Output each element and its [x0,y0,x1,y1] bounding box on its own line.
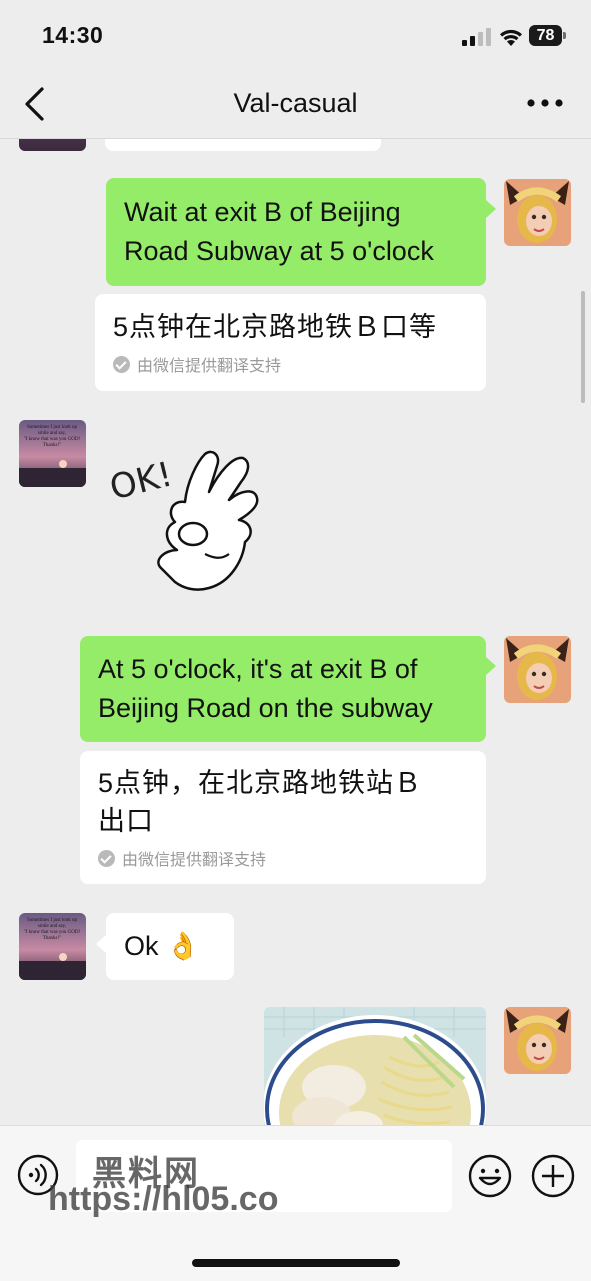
contact-avatar[interactable]: Sometimes I just look up smile and say, … [19,913,86,980]
svg-text:Thanks!": Thanks!" [43,443,61,448]
watermark-url: https://hl05.co [48,1180,279,1218]
translation-text: 出口 [98,806,154,836]
ok-hand-emoji: 👌 [166,931,200,961]
cartoon-girl-avatar-icon [504,636,571,703]
contact-avatar[interactable]: Sometimes I just look up smile and say, … [19,420,86,487]
check-icon [98,849,115,867]
svg-text:"I know that was you GOD!: "I know that was you GOD! [24,437,81,442]
bubble-tail [486,200,496,218]
emoji-icon[interactable] [468,1154,512,1198]
translation-note-text: 由微信提供翻译支持 [122,852,267,869]
wifi-icon [500,29,522,46]
food-image-message[interactable] [264,1007,486,1125]
status-time: 14:30 [42,22,104,48]
wonton-noodle-soup-photo [264,1007,486,1125]
translation-note-text: 由微信提供翻译支持 [137,358,282,375]
svg-text:Sometimes I just look up: Sometimes I just look up [27,918,78,923]
sunset-photo-avatar: Sometimes I just look up smile and say, … [19,420,86,487]
message-text: Ok [124,931,159,961]
sunset-photo-avatar: Sometimes I just look up smile and say, … [19,913,86,980]
svg-text:Thanks!": Thanks!" [43,936,61,941]
message-text-line: Road Subway at 5 o'clock [124,236,434,266]
check-icon [113,355,130,373]
status-bar: 14:30 78 [0,0,591,70]
home-indicator [192,1259,400,1267]
svg-text:"I know that was you GOD!: "I know that was you GOD! [24,930,81,935]
message-text-line: Wait at exit B of Beijing [124,197,401,227]
self-avatar[interactable] [504,1007,571,1074]
self-avatar[interactable] [504,636,571,703]
scrollbar[interactable] [581,291,585,403]
cartoon-girl-avatar-icon [504,1007,571,1074]
sent-message-bubble[interactable]: Wait at exit B of Beijing Road Subway at… [106,178,486,286]
bubble-tail [96,935,106,953]
sent-message-bubble[interactable]: At 5 o'clock, it's at exit B of Beijing … [80,636,486,742]
translation-text: 5点钟，在北京路地铁站Ｂ [98,768,423,798]
svg-text:smile and say,: smile and say, [38,924,66,929]
previous-message-bubble[interactable] [105,139,381,151]
message-list[interactable]: Wait at exit B of Beijing Road Subway at… [0,139,591,1125]
contact-avatar[interactable] [19,139,86,151]
more-icon[interactable] [526,96,564,110]
translation-card[interactable]: 5点钟，在北京路地铁站Ｂ 出口 由微信提供翻译支持 [80,751,486,884]
chat-title: Val-casual [233,88,358,118]
battery-level: 78 [536,27,555,44]
translation-text: 5点钟在北京路地铁Ｂ口等 [113,312,438,342]
self-avatar[interactable] [504,179,571,246]
svg-text:smile and say,: smile and say, [38,431,66,436]
received-message-bubble[interactable]: Ok 👌 [106,913,234,980]
message-text-line: Beijing Road on the subway [98,693,433,723]
translation-card[interactable]: 5点钟在北京路地铁Ｂ口等 由微信提供翻译支持 [95,294,486,391]
message-text-line: At 5 o'clock, it's at exit B of [98,654,418,684]
svg-text:OK!: OK! [106,454,177,508]
cellular-signal-icon [462,28,491,46]
plus-icon[interactable] [531,1154,575,1198]
translation-note: 由微信提供翻译支持 [98,846,468,870]
svg-text:Sometimes I just look up: Sometimes I just look up [27,425,78,430]
cartoon-girl-avatar-icon [504,179,571,246]
translation-note: 由微信提供翻译支持 [113,352,468,376]
battery-icon: 78 [529,25,567,46]
chat-header: Val-casual [0,70,591,139]
bubble-tail [486,657,496,675]
ok-hand-sticker[interactable]: OK! [105,442,275,598]
